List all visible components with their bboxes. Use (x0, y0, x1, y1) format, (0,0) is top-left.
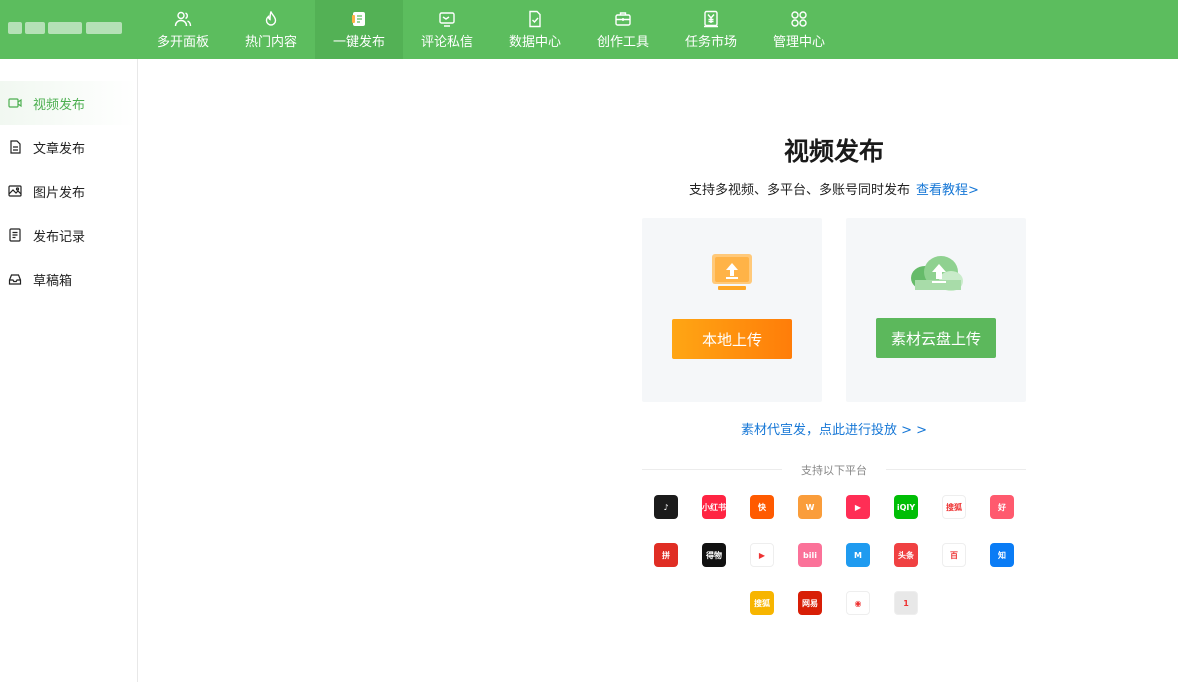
sidebar-item-label: 图片发布 (33, 185, 86, 201)
nav-item-publish[interactable]: 一键发布 (315, 0, 403, 59)
promotion-link[interactable]: 素材代宣发，点此进行投放 > > (642, 419, 1026, 438)
message-icon (438, 10, 456, 31)
kuaishou-icon[interactable]: 快 (750, 495, 774, 519)
douyin-icon[interactable]: ♪ (654, 495, 678, 519)
nav-item-users[interactable]: 多开面板 (139, 0, 227, 59)
toolbox-icon (614, 10, 632, 31)
nav-item-message[interactable]: 评论私信 (403, 0, 491, 59)
nav-item-label: 创作工具 (596, 34, 649, 50)
sohu-icon[interactable]: 搜狐 (750, 591, 774, 615)
nav-item-label: 一键发布 (332, 34, 385, 50)
cloud-upload-icon (911, 256, 963, 291)
nav-item-yen[interactable]: 任务市场 (667, 0, 755, 59)
sidebar-item-label: 发布记录 (33, 229, 86, 245)
main-nav: 多开面板 热门内容 一键发布 评论私信 数据中心 创作工具 任务市场 管理中心 (139, 0, 843, 59)
sohu-video-icon[interactable]: 搜狐 (942, 495, 966, 519)
flame-icon (262, 10, 280, 31)
sidebar-item-video[interactable]: 视频发布 (0, 81, 137, 125)
local-upload-card: 本地上传 (642, 218, 822, 402)
sidebar-item-drafts[interactable]: 草稿箱 (0, 257, 137, 301)
record-icon (8, 228, 33, 242)
baijiahao-icon[interactable]: 百 (942, 543, 966, 567)
video-icon (8, 96, 33, 110)
netease-icon[interactable]: 网易 (798, 591, 822, 615)
dewu-icon[interactable]: 得物 (702, 543, 726, 567)
sidebar-item-label: 草稿箱 (33, 273, 73, 289)
document-icon (8, 140, 33, 154)
local-upload-button[interactable]: 本地上传 (672, 319, 792, 359)
cloud-upload-card: 素材云盘上传 (846, 218, 1026, 402)
sidebar-item-label: 文章发布 (33, 141, 86, 157)
sidebar-item-document[interactable]: 文章发布 (0, 125, 137, 169)
meipai-icon[interactable]: M (846, 543, 870, 567)
sidebar: 视频发布文章发布图片发布发布记录草稿箱 (0, 59, 138, 682)
image-icon (8, 184, 33, 198)
app-logo (8, 18, 124, 38)
main-content: 视频发布 支持多视频、多平台、多账号同时发布 查看教程> 本地上传 素材云盘上传… (139, 59, 1178, 682)
drafts-icon (8, 272, 33, 286)
weishi-icon[interactable]: ▶ (846, 495, 870, 519)
tencent-video-icon[interactable]: ▶ (750, 543, 774, 567)
nav-item-label: 多开面板 (156, 34, 209, 50)
users-icon (174, 10, 192, 31)
page-subtitle: 支持多视频、多平台、多账号同时发布 查看教程> (642, 179, 1026, 198)
weibo-video-icon[interactable]: ◉ (846, 591, 870, 615)
nav-item-toolbox[interactable]: 创作工具 (579, 0, 667, 59)
pinduoduo-icon[interactable]: 拼 (654, 543, 678, 567)
nav-item-label: 评论私信 (420, 34, 473, 50)
nav-item-label: 热门内容 (244, 34, 297, 50)
sidebar-item-label: 视频发布 (33, 97, 86, 113)
sidebar-item-image[interactable]: 图片发布 (0, 169, 137, 213)
page-title: 视频发布 (783, 137, 884, 166)
top-navigation-bar: 多开面板 热门内容 一键发布 评论私信 数据中心 创作工具 任务市场 管理中心 (0, 0, 1178, 59)
nav-item-label: 任务市场 (684, 34, 737, 50)
toutiao-icon[interactable]: 头条 (894, 543, 918, 567)
platforms-divider: 支持以下平台 (642, 460, 1026, 478)
zhihu-icon[interactable]: 知 (990, 543, 1014, 567)
publish-icon (350, 10, 368, 31)
platform-row: ♪ 小红书快 W ▶ iQIY 搜狐好 (642, 495, 1026, 519)
platform-row: 搜狐 网易 ◉ 1 (642, 591, 1026, 615)
yen-icon (702, 10, 720, 31)
nav-item-label: 数据中心 (508, 34, 561, 50)
nav-item-label: 管理中心 (772, 34, 825, 50)
platform-row: 拼得物 ▶ bili M 头条百知 (642, 543, 1026, 567)
subtitle-text: 支持多视频、多平台、多账号同时发布 (689, 183, 911, 198)
cloud-upload-button[interactable]: 素材云盘上传 (876, 318, 996, 358)
chart-icon (526, 10, 544, 31)
sidebar-item-record[interactable]: 发布记录 (0, 213, 137, 257)
iqiyi-icon[interactable]: iQIY (894, 495, 918, 519)
yidian-icon[interactable]: 1 (894, 591, 918, 615)
grid-icon (790, 10, 808, 31)
tutorial-link[interactable]: 查看教程> (916, 183, 979, 198)
nav-item-grid[interactable]: 管理中心 (755, 0, 843, 59)
bilibili-icon[interactable]: bili (798, 543, 822, 567)
upload-folder-icon (712, 254, 752, 290)
nav-item-chart[interactable]: 数据中心 (491, 0, 579, 59)
platform-list: ♪ 小红书快 W ▶ iQIY 搜狐好拼得物 ▶ bili M 头条百知搜狐 网易 ◉ 1 (642, 495, 1026, 639)
xiaohongshu-icon[interactable]: 小红书 (702, 495, 726, 519)
platforms-label: 支持以下平台 (801, 464, 867, 477)
nav-item-flame[interactable]: 热门内容 (227, 0, 315, 59)
wechat-video-icon[interactable]: W (798, 495, 822, 519)
haokan-icon[interactable]: 好 (990, 495, 1014, 519)
